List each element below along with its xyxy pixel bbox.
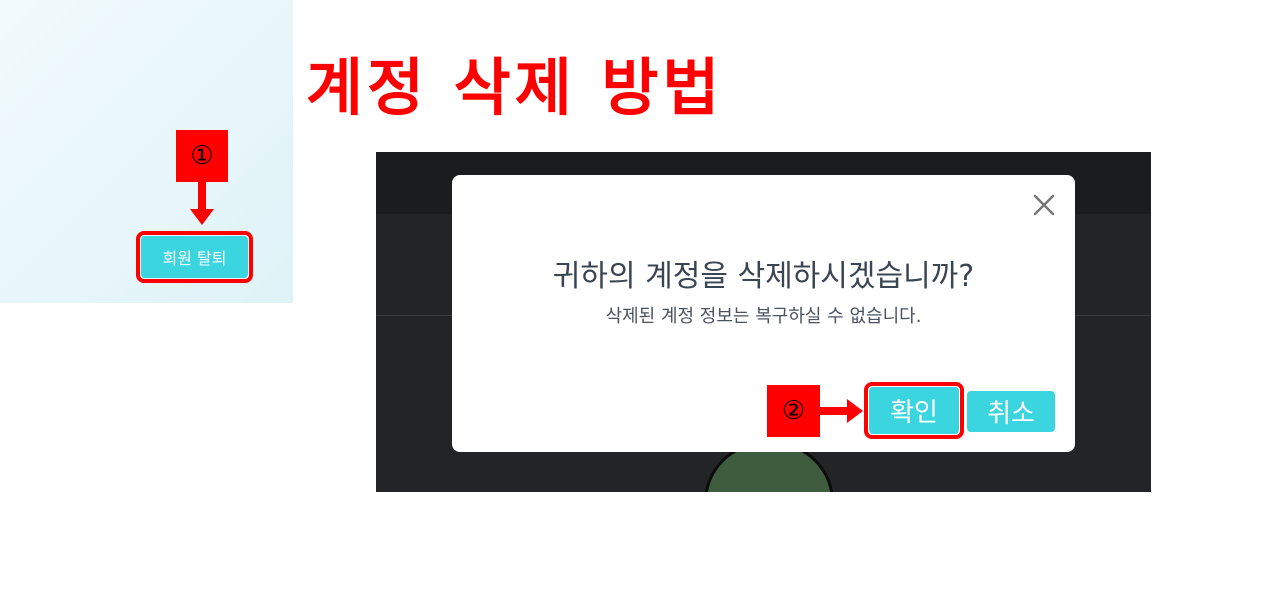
confirm-button[interactable]: 확인	[869, 387, 959, 434]
close-icon[interactable]	[1032, 193, 1056, 217]
arrow-down-icon	[190, 181, 214, 225]
withdraw-button[interactable]: 회원 탈퇴	[141, 236, 248, 278]
cancel-button[interactable]: 취소	[967, 391, 1055, 432]
arrow-right-icon	[819, 399, 863, 423]
step1-badge: ①	[176, 130, 228, 182]
step2-badge: ②	[767, 385, 820, 437]
dialog-title: 귀하의 계정을 삭제하시겠습니까?	[552, 259, 975, 294]
page-title: 계정 삭제 방법	[306, 51, 724, 124]
dialog-subtitle: 삭제된 계정 정보는 복구하실 수 없습니다.	[605, 306, 922, 327]
